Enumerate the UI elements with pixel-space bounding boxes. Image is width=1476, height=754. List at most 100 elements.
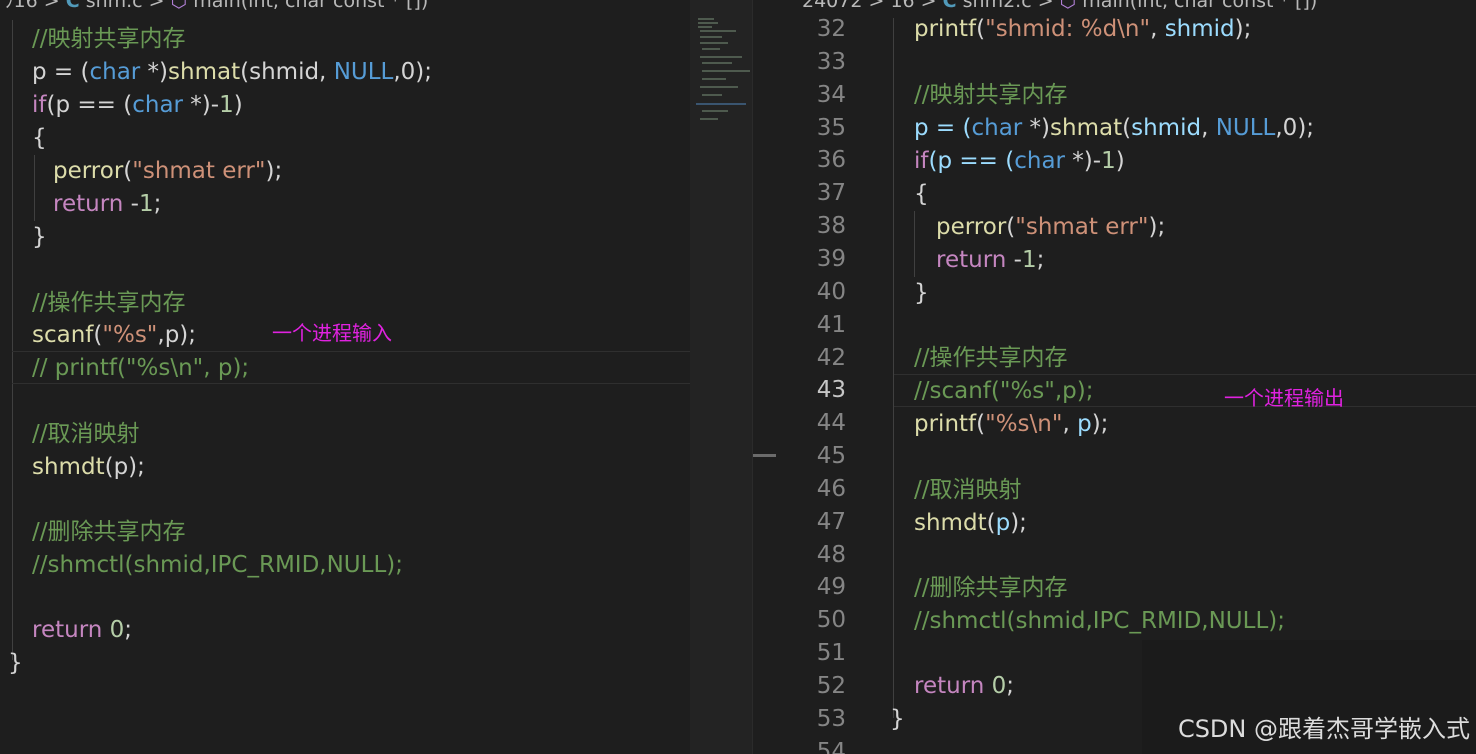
code-line[interactable]: return -1; (53, 188, 161, 221)
token: (p); (104, 454, 145, 480)
minimap[interactable] (690, 0, 752, 754)
line-number[interactable]: 48 (776, 539, 846, 572)
token: (p == ( (928, 148, 1015, 174)
line-number[interactable]: 33 (776, 46, 846, 79)
token: 1 (138, 191, 154, 217)
code-line[interactable]: printf("%s\n", p); (914, 408, 1108, 441)
line-number[interactable]: 44 (776, 407, 846, 440)
line-number[interactable]: 37 (776, 177, 846, 210)
code-line[interactable]: } (8, 647, 23, 680)
breadcrumb-path[interactable]: 24072 > 16 > (802, 0, 937, 12)
minimap-row (700, 118, 718, 120)
line-number[interactable]: 47 (776, 506, 846, 539)
line-number[interactable]: 51 (776, 637, 846, 670)
vertical-scrollbar[interactable] (752, 0, 777, 754)
token: *)- (1065, 148, 1102, 174)
code-line[interactable]: { (32, 122, 47, 155)
code-line[interactable]: //shmctl(shmid,IPC_RMID,NULL); (914, 605, 1285, 638)
code-line[interactable]: { (914, 178, 929, 211)
line-number[interactable]: 42 (776, 342, 846, 375)
line-number[interactable]: 50 (776, 604, 846, 637)
breadcrumb[interactable]: 24072 > 16 > C shm2.c > ⬡ main(int, char… (802, 0, 1317, 13)
token: *)- (183, 92, 220, 118)
breadcrumb-symbol[interactable]: main(int, char const * []) (193, 0, 428, 12)
line-number[interactable]: 34 (776, 79, 846, 112)
breadcrumb-path[interactable]: ﾌ16 > (4, 0, 60, 12)
token: char (132, 92, 183, 118)
code-line[interactable]: //映射共享内存 (914, 79, 1068, 112)
token: if (914, 148, 929, 174)
minimap-row (702, 48, 720, 50)
indent-guide (12, 20, 13, 660)
token: shmid (1164, 16, 1235, 42)
token: ); (1148, 214, 1166, 240)
token: return (936, 247, 1007, 273)
watermark: CSDN @跟着杰哥学嵌入式 (1177, 715, 1470, 743)
code-line[interactable]: if(p == (char *)-1) (914, 145, 1125, 178)
line-number[interactable]: 53 (776, 703, 846, 736)
code-line[interactable]: } (890, 703, 905, 736)
code-line[interactable]: perror("shmat err"); (53, 155, 282, 188)
code-line[interactable]: //取消映射 (32, 418, 140, 451)
code-line[interactable]: return -1; (936, 244, 1044, 277)
token: p (995, 510, 1011, 536)
breadcrumb[interactable]: ﾌ16 > C shm.c > ⬡ main(int, char const *… (4, 0, 428, 13)
line-number[interactable]: 52 (776, 670, 846, 703)
code-line[interactable]: //操作共享内存 (32, 287, 186, 320)
breadcrumb-symbol[interactable]: main(int, char const * []) (1082, 0, 1317, 12)
line-number[interactable]: 40 (776, 276, 846, 309)
token: ; (1006, 673, 1015, 699)
token: ,p); (157, 322, 197, 348)
token: 1 (1101, 148, 1116, 174)
line-number[interactable]: 41 (776, 309, 846, 342)
code-line[interactable]: perror("shmat err"); (936, 211, 1165, 244)
code-line[interactable]: printf("shmid: %d\n", shmid); (914, 13, 1251, 46)
breadcrumb-file[interactable]: shm2.c > (963, 0, 1054, 12)
code-line[interactable]: return 0; (32, 614, 132, 647)
line-number[interactable]: 43 (776, 374, 846, 407)
minimap-row (700, 86, 738, 88)
line-number[interactable]: 32 (776, 13, 846, 46)
code-line[interactable]: // printf("%s\n", p); (32, 352, 249, 385)
c-file-icon: C (942, 0, 957, 12)
code-line[interactable]: //shmctl(shmid,IPC_RMID,NULL); (32, 549, 403, 582)
code-line[interactable]: scanf("%s",p); (32, 319, 196, 352)
code-line[interactable]: //取消映射 (914, 474, 1022, 507)
code-line[interactable]: } (32, 221, 47, 254)
token: "shmid: %d\n" (985, 16, 1151, 42)
minimap-row (702, 110, 728, 112)
line-number[interactable]: 39 (776, 243, 846, 276)
code-line[interactable]: //删除共享内存 (32, 516, 186, 549)
code-line[interactable]: return 0; (914, 670, 1014, 703)
left-editor[interactable]: ﾌ16 > C shm.c > ⬡ main(int, char const *… (0, 0, 690, 754)
token: return (53, 191, 124, 217)
code-line[interactable]: if(p == (char *)-1) (32, 89, 243, 122)
code-line[interactable]: //映射共享内存 (32, 23, 186, 56)
breadcrumb-file[interactable]: shm.c > (86, 0, 165, 12)
code-line[interactable]: } (914, 277, 929, 310)
line-number[interactable]: 46 (776, 473, 846, 506)
token: char (89, 59, 141, 85)
token: ); (1234, 16, 1252, 42)
code-line[interactable]: p = (char *)shmat(shmid, NULL,0); (32, 56, 432, 89)
code-line[interactable]: p = (char *)shmat(shmid, NULL,0); (914, 112, 1314, 145)
line-number[interactable]: 45 (776, 440, 846, 473)
line-number[interactable]: 35 (776, 112, 846, 145)
code-line[interactable]: //scanf("%s",p); (914, 375, 1094, 408)
code-line[interactable]: shmdt(p); (914, 507, 1027, 540)
line-number[interactable]: 54 (776, 736, 846, 754)
code-line[interactable]: //删除共享内存 (914, 572, 1068, 605)
line-number[interactable]: 38 (776, 210, 846, 243)
scrollbar-thumb[interactable] (753, 454, 777, 457)
line-number[interactable]: 36 (776, 144, 846, 177)
token: "%s" (102, 322, 158, 348)
code-line[interactable]: //操作共享内存 (914, 342, 1068, 375)
token: 0 (991, 673, 1007, 699)
token: ) (233, 92, 243, 118)
token: - (123, 191, 139, 217)
indent-guide (893, 18, 894, 718)
code-line[interactable]: shmdt(p); (32, 451, 145, 484)
line-number[interactable]: 49 (776, 571, 846, 604)
token: *) (1022, 115, 1051, 141)
